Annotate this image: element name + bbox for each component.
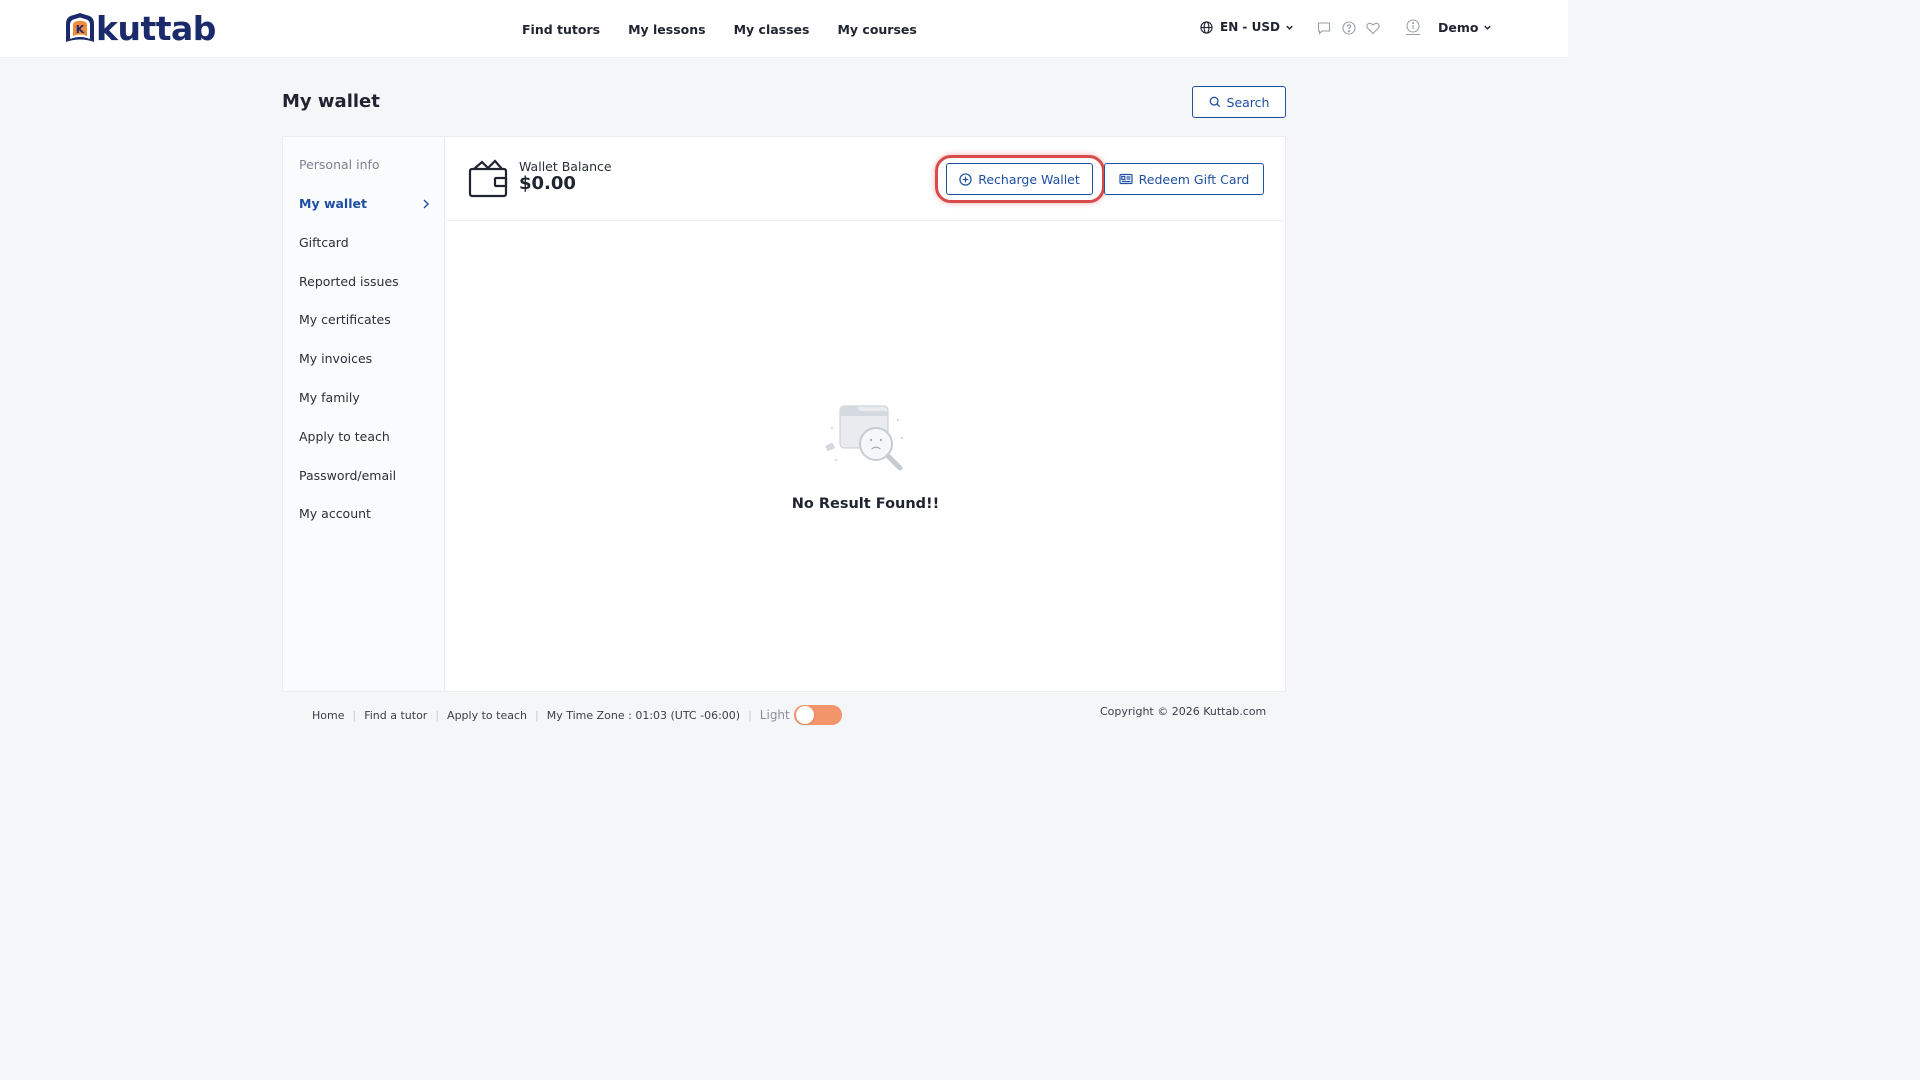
footer-copyright: Copyright © 2026 Kuttab.com <box>1100 705 1267 718</box>
search-button[interactable]: Search <box>1192 86 1286 118</box>
search-icon <box>1209 96 1220 108</box>
help-icon[interactable] <box>1341 20 1357 36</box>
chevron-down-icon <box>1484 25 1492 30</box>
theme-label: Light <box>759 708 790 722</box>
footer-bar: Home | Find a tutor | Apply to teach | M… <box>312 705 842 725</box>
redeem-gift-card-button[interactable]: Redeem Gift Card <box>1104 163 1264 195</box>
sidebar-item-personal-info[interactable]: Personal info <box>299 157 380 172</box>
sidebar-item-my-invoices[interactable]: My invoices <box>299 351 372 366</box>
chevron-right-icon <box>423 199 429 209</box>
nav-find-tutors[interactable]: Find tutors <box>522 22 600 37</box>
footer-separator: | <box>352 708 357 722</box>
user-name: Demo <box>1438 20 1479 35</box>
theme-toggle-knob <box>795 706 814 724</box>
redeem-gift-card-label: Redeem Gift Card <box>1138 171 1250 187</box>
account-sidebar: Personal info My wallet Giftcard Reporte… <box>283 137 445 691</box>
sidebar-item-password-email[interactable]: Password/email <box>299 468 396 483</box>
recharge-wallet-button[interactable]: Recharge Wallet <box>946 163 1093 195</box>
sidebar-item-giftcard[interactable]: Giftcard <box>299 235 349 250</box>
wallet-panel: Personal info My wallet Giftcard Reporte… <box>282 136 1286 692</box>
wallet-balance-bar: Wallet Balance $0.00 Recharge Wallet Red… <box>446 137 1285 221</box>
language-currency-label: EN - USD <box>1220 20 1280 34</box>
footer-link-home[interactable]: Home <box>312 709 344 722</box>
no-results-illustration-icon <box>825 405 903 471</box>
footer-link-find-a-tutor[interactable]: Find a tutor <box>364 709 427 722</box>
plus-circle-icon <box>959 172 972 186</box>
chat-icon[interactable] <box>1316 20 1332 36</box>
footer-separator: | <box>435 708 440 722</box>
search-button-label: Search <box>1226 94 1270 110</box>
sidebar-item-reported-issues[interactable]: Reported issues <box>299 274 399 289</box>
top-header: K kuttab Find tutors My lessons My class… <box>0 0 1568 58</box>
empty-state-message: No Result Found!! <box>791 496 940 512</box>
wallet-balance-amount: $0.00 <box>519 173 576 194</box>
nav-my-courses[interactable]: My courses <box>837 22 916 37</box>
chevron-down-icon <box>1286 25 1293 30</box>
wallet-icon <box>468 159 508 198</box>
recharge-wallet-label: Recharge Wallet <box>978 171 1080 187</box>
footer-separator: | <box>748 708 752 722</box>
footer-separator: | <box>534 708 539 722</box>
sidebar-item-my-wallet[interactable]: My wallet <box>299 196 367 211</box>
globe-icon <box>1200 20 1213 34</box>
heart-icon[interactable] <box>1365 20 1381 36</box>
nav-my-classes[interactable]: My classes <box>734 22 810 37</box>
empty-state: No Result Found!! <box>446 222 1285 691</box>
logo-mark-icon: K <box>66 13 94 42</box>
user-menu[interactable]: Demo <box>1438 20 1492 35</box>
sidebar-item-apply-to-teach[interactable]: Apply to teach <box>299 429 390 444</box>
footer-timezone: My Time Zone : 01:03 (UTC -06:00) <box>546 708 741 722</box>
page-title: My wallet <box>282 91 380 112</box>
wallet-balance-label: Wallet Balance <box>519 159 612 174</box>
footer-link-apply-to-teach[interactable]: Apply to teach <box>447 709 527 722</box>
sidebar-item-my-account[interactable]: My account <box>299 506 371 521</box>
sidebar-item-my-family[interactable]: My family <box>299 390 360 405</box>
sidebar-item-my-certificates[interactable]: My certificates <box>299 312 391 327</box>
language-currency-selector[interactable]: EN - USD <box>1200 20 1294 34</box>
svg-text:K: K <box>76 23 85 36</box>
logo-text: kuttab <box>96 9 216 48</box>
info-icon[interactable] <box>1405 19 1421 35</box>
logo[interactable]: K kuttab <box>63 11 216 47</box>
gift-card-icon <box>1119 173 1133 185</box>
nav-my-lessons[interactable]: My lessons <box>628 22 706 37</box>
theme-toggle[interactable] <box>793 705 842 725</box>
main-nav: Find tutors My lessons My classes My cou… <box>522 0 945 58</box>
